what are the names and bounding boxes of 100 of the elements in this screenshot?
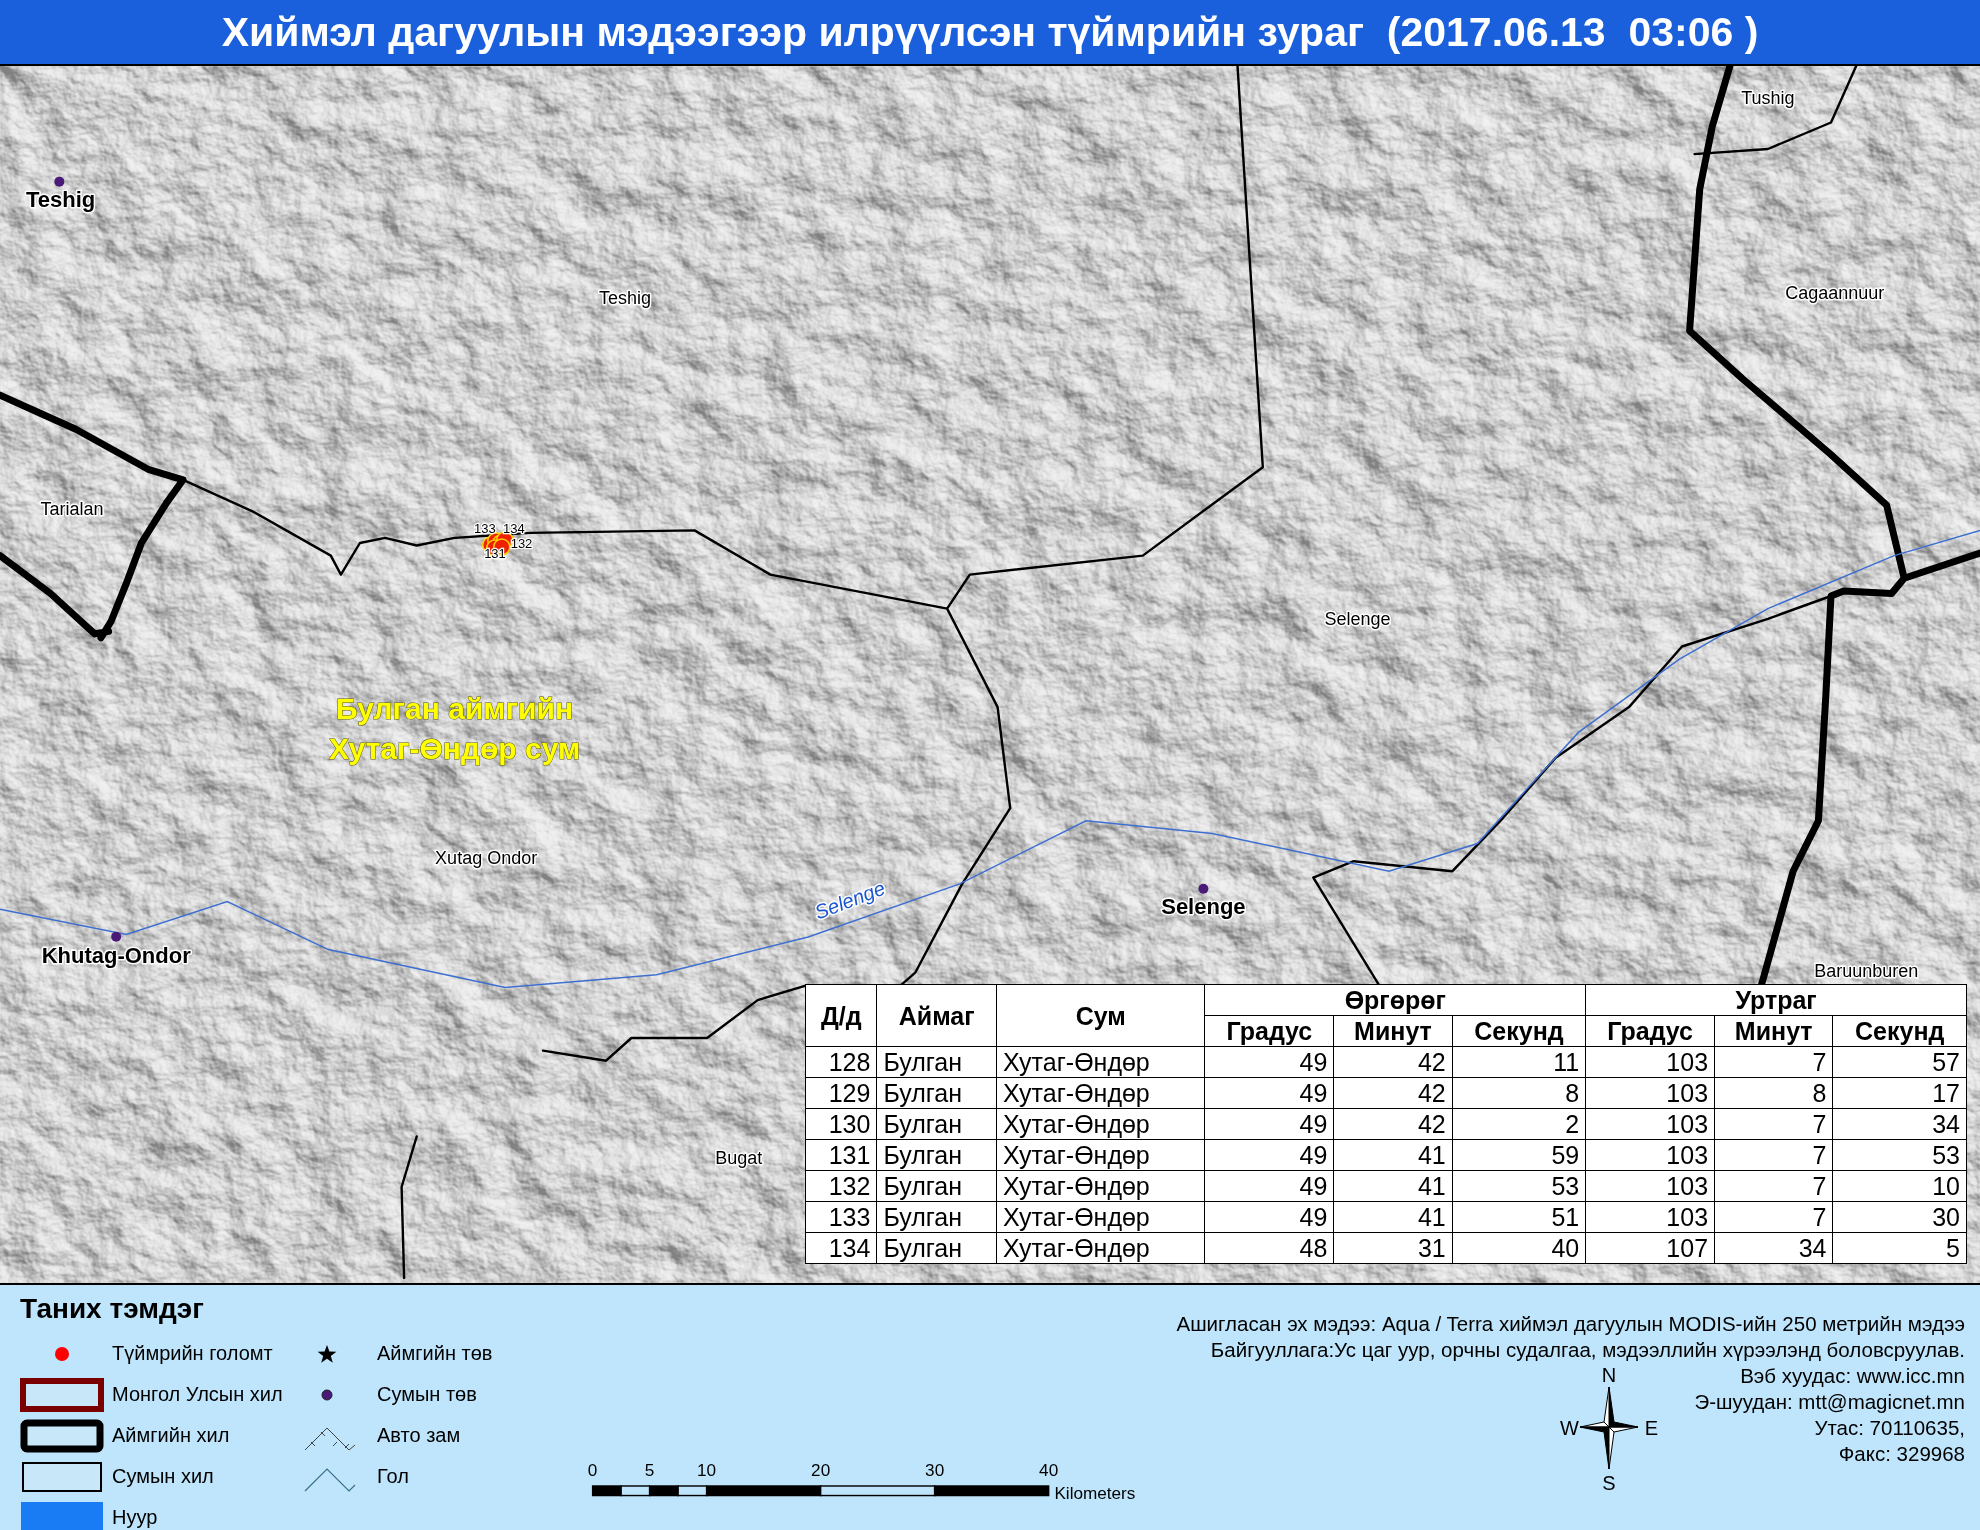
table-cell: 103 <box>1585 1170 1715 1202</box>
table-cell: Хутаг-Өндөр <box>996 1232 1205 1264</box>
table-cell: 133 <box>805 1201 877 1233</box>
credit-line: Байгууллага:Ус цаг уур, орчны судалгаа, мэдээллийн хүрээлэнд боловсруулав. <box>1210 1337 1965 1363</box>
fire-id-label: 131 <box>484 546 506 562</box>
place-label: Teshig <box>26 187 96 213</box>
table-cell: 107 <box>1585 1232 1715 1264</box>
table-cell: 42 <box>1333 1077 1453 1109</box>
column-header: Секунд <box>1832 1015 1967 1047</box>
table-cell: 57 <box>1832 1046 1967 1078</box>
table-cell: 49 <box>1204 1170 1334 1202</box>
fire-id-label: 132 <box>510 536 533 552</box>
table-cell: 7 <box>1714 1108 1833 1140</box>
scale-unit: Kilometers <box>1054 1483 1136 1504</box>
column-header: Секунд <box>1452 1015 1586 1047</box>
column-header: Градус <box>1204 1015 1334 1047</box>
table-cell: Хутаг-Өндөр <box>996 1170 1205 1202</box>
table-cell: 5 <box>1832 1232 1967 1264</box>
credit-line: Утас: 70110635, <box>1814 1415 1965 1441</box>
table-cell: 34 <box>1832 1108 1967 1140</box>
scale-label: 30 <box>925 1460 945 1481</box>
place-label: Xutag Ondor <box>435 847 538 868</box>
place-label: Baruunburen <box>1814 961 1919 982</box>
table-cell: 129 <box>805 1077 877 1109</box>
table-cell: 7 <box>1714 1139 1833 1171</box>
table-cell: 103 <box>1585 1139 1715 1171</box>
column-header: Минут <box>1333 1015 1453 1047</box>
table-cell: Хутаг-Өндөр <box>996 1201 1205 1233</box>
sum-center-dot <box>54 176 65 187</box>
table-cell: 7 <box>1714 1046 1833 1078</box>
table-cell: 40 <box>1452 1232 1586 1264</box>
table-cell: 53 <box>1452 1170 1586 1202</box>
table-cell: 11 <box>1452 1046 1586 1078</box>
place-label: Teshig <box>599 288 652 309</box>
compass-letter: W <box>1560 1417 1580 1439</box>
table-cell: 49 <box>1204 1139 1334 1171</box>
credit-line: Вэб хуудас: www.icc.mn <box>1740 1363 1965 1389</box>
column-header: Д/д <box>805 984 877 1047</box>
table-cell: 41 <box>1333 1170 1453 1202</box>
table-cell: 53 <box>1832 1139 1967 1171</box>
legend-label: Түймрийн голомт <box>112 1342 273 1365</box>
credit-line: Ашигласан эх мэдээ: Aqua / Terra хиймэл дагуулын MODIS-ийн 250 метрийн мэдээ <box>1176 1311 1965 1337</box>
scale-label: 0 <box>587 1460 598 1481</box>
place-label: Selenge <box>1324 609 1391 630</box>
column-header: Минут <box>1714 1015 1833 1047</box>
legend-label: Аймгийн хил <box>112 1424 230 1447</box>
scale-label: 40 <box>1039 1460 1059 1481</box>
compass-letter: E <box>1645 1417 1659 1439</box>
legend-label: Нуур <box>112 1506 158 1529</box>
table-cell: 59 <box>1452 1139 1586 1171</box>
credit-line: Э-шуудан: mtt@magicnet.mn <box>1694 1389 1965 1415</box>
table-cell: 2 <box>1452 1108 1586 1140</box>
table-cell: 103 <box>1585 1201 1715 1233</box>
table-cell: Булган <box>876 1108 997 1140</box>
table-cell: 49 <box>1204 1201 1334 1233</box>
table-cell: 41 <box>1333 1201 1453 1233</box>
compass-letter: S <box>1602 1472 1617 1493</box>
table-cell: Хутаг-Өндөр <box>996 1077 1205 1109</box>
column-header: Градус <box>1585 1015 1715 1047</box>
river-line-icon <box>304 1467 356 1492</box>
table-cell: 131 <box>805 1139 877 1171</box>
table-cell: Булган <box>876 1201 997 1233</box>
legend-label: Авто зам <box>377 1424 461 1447</box>
place-label: Cagaannuur <box>1785 283 1885 304</box>
compass-letter: N <box>1602 1364 1617 1386</box>
table-cell: Булган <box>876 1077 997 1109</box>
table-cell: 103 <box>1585 1077 1715 1109</box>
table-cell: 103 <box>1585 1108 1715 1140</box>
table-cell: 41 <box>1333 1139 1453 1171</box>
scale-label: 20 <box>811 1460 831 1481</box>
place-label: Tarialan <box>40 499 104 520</box>
sum-center-dot <box>1198 883 1209 894</box>
table-cell: 42 <box>1333 1108 1453 1140</box>
map-title: Хиймэл дагуулын мэдээгээр илрүүлсэн түймрийн зураг (2017.06.13 03:06 ) <box>0 0 1980 66</box>
legend-label: Монгол Улсын хил <box>112 1383 283 1406</box>
table-cell: Булган <box>876 1170 997 1202</box>
column-header: Аймаг <box>876 984 997 1047</box>
table-cell: Хутаг-Өндөр <box>996 1108 1205 1140</box>
table-cell: 34 <box>1714 1232 1833 1264</box>
table-cell: 8 <box>1452 1077 1586 1109</box>
fire-point-icon <box>55 1346 69 1361</box>
scale-label: 10 <box>697 1460 717 1481</box>
table-cell: 49 <box>1204 1108 1334 1140</box>
table-cell: Булган <box>876 1046 997 1078</box>
credit-line: Факс: 329968 <box>1838 1441 1965 1467</box>
star-icon <box>317 1344 337 1363</box>
table-cell: Булган <box>876 1232 997 1264</box>
table-cell: 30 <box>1832 1201 1967 1233</box>
column-header: Сум <box>996 984 1205 1047</box>
table-cell: 128 <box>805 1046 877 1078</box>
table-cell: 103 <box>1585 1046 1715 1078</box>
sum-center-dot <box>111 931 122 942</box>
compass-rose-icon <box>1579 1386 1639 1470</box>
legend-label: Сумын төв <box>377 1383 477 1406</box>
table-cell: 51 <box>1452 1201 1586 1233</box>
legend-label: Сумын хил <box>112 1465 214 1488</box>
table-cell: 10 <box>1832 1170 1967 1202</box>
group-header: Уртраг <box>1585 984 1967 1016</box>
table-cell: 49 <box>1204 1046 1334 1078</box>
table-cell: 7 <box>1714 1201 1833 1233</box>
